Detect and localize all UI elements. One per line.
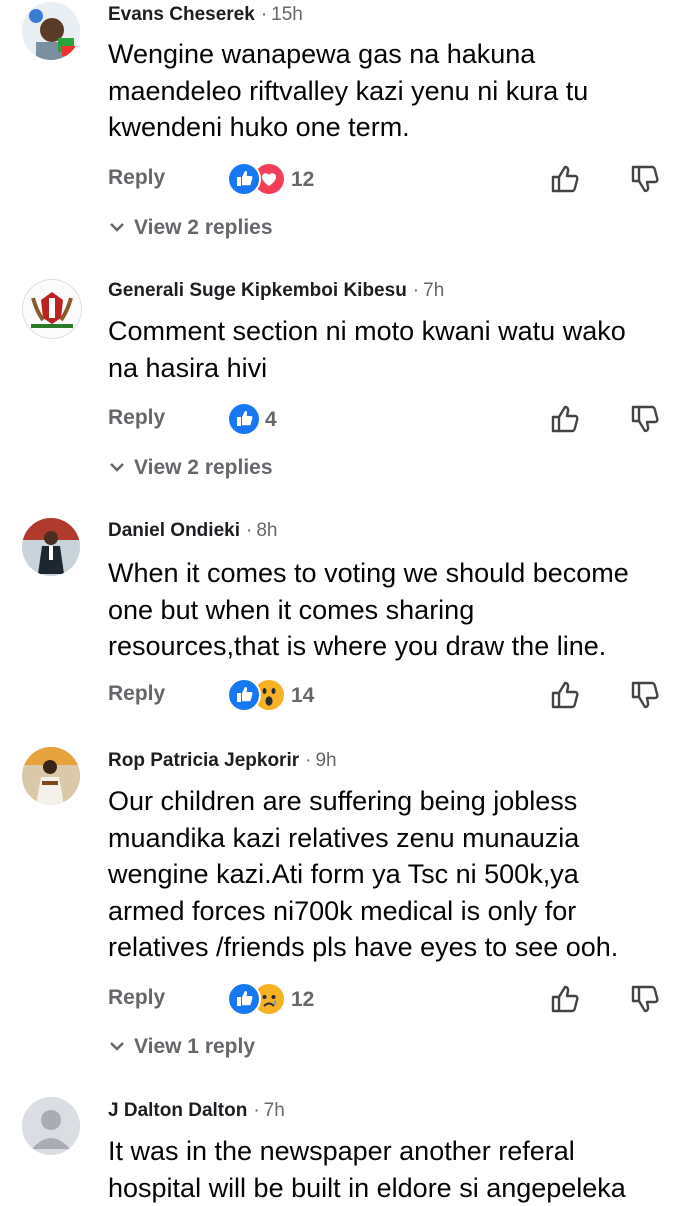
avatar[interactable] xyxy=(22,518,80,576)
avatar[interactable] xyxy=(22,747,80,805)
downvote-icon[interactable] xyxy=(628,162,662,196)
like-icon xyxy=(227,678,261,712)
comment-line: kwendeni huko one term. xyxy=(108,109,588,146)
chevron-down-icon xyxy=(108,1037,126,1055)
comment-line: wengine kazi.Ati form ya Tsc ni 500k,ya xyxy=(108,856,618,893)
view-replies-link[interactable]: View 2 replies xyxy=(108,216,273,240)
view-replies-label: View 2 replies xyxy=(134,216,273,239)
reaction-count: 12 xyxy=(291,988,314,1012)
reply-button[interactable]: Reply xyxy=(108,682,165,706)
author-name[interactable]: J Dalton Dalton xyxy=(108,1100,247,1121)
avatar[interactable] xyxy=(22,2,80,60)
comment-line: When it comes to voting we should become xyxy=(108,555,629,592)
upvote-icon[interactable] xyxy=(548,678,582,712)
comment-actions: Reply 4 xyxy=(0,400,687,440)
reaction-count: 4 xyxy=(265,408,277,432)
view-replies-label: View 1 reply xyxy=(134,1035,255,1058)
separator: · xyxy=(261,4,267,25)
comment-line: armed forces ni700k medical is only for xyxy=(108,893,618,930)
comment-meta: J Dalton Dalton ·7h xyxy=(108,1100,285,1122)
view-replies-label: View 2 replies xyxy=(134,456,273,479)
author-name[interactable]: Evans Cheserek xyxy=(108,4,255,25)
timestamp[interactable]: 7h xyxy=(264,1100,285,1121)
comment-line: maendeleo riftvalley kazi yenu ni kura t… xyxy=(108,73,588,110)
downvote-icon[interactable] xyxy=(628,402,662,436)
comment-text: When it comes to voting we should become… xyxy=(108,555,629,665)
comment-line: na hasira hivi xyxy=(108,350,626,387)
like-icon xyxy=(227,982,261,1016)
comment-actions: Reply 12 xyxy=(0,980,687,1020)
like-icon xyxy=(227,162,261,196)
comment-line: one but when it comes sharing xyxy=(108,592,629,629)
upvote-icon[interactable] xyxy=(548,402,582,436)
view-replies-link[interactable]: View 2 replies xyxy=(108,456,273,480)
downvote-icon[interactable] xyxy=(628,678,662,712)
comment-meta: Evans Cheserek ·15h xyxy=(108,4,303,26)
avatar[interactable] xyxy=(22,279,82,339)
reply-button[interactable]: Reply xyxy=(108,166,165,190)
comment-line: Our children are suffering being jobless xyxy=(108,783,618,820)
reply-button[interactable]: Reply xyxy=(108,406,165,430)
comment-line: Wengine wanapewa gas na hakuna xyxy=(108,36,588,73)
comment-meta: Rop Patricia Jepkorir ·9h xyxy=(108,750,337,772)
timestamp[interactable]: 8h xyxy=(256,520,277,541)
chevron-down-icon xyxy=(108,218,126,236)
timestamp[interactable]: 7h xyxy=(423,280,444,301)
comment-text: It was in the newspaper another referal … xyxy=(108,1133,626,1206)
comment-text: Wengine wanapewa gas na hakuna maendeleo… xyxy=(108,36,588,146)
comment-text: Comment section ni moto kwani watu wako … xyxy=(108,313,626,386)
comment-actions: Reply 12 xyxy=(0,160,687,200)
chevron-down-icon xyxy=(108,458,126,476)
comment-text: Our children are suffering being jobless… xyxy=(108,783,618,966)
reaction-count: 12 xyxy=(291,168,314,192)
reply-button[interactable]: Reply xyxy=(108,986,165,1010)
reaction-count: 14 xyxy=(291,684,314,708)
separator: · xyxy=(246,520,252,541)
separator: · xyxy=(253,1100,259,1121)
author-name[interactable]: Rop Patricia Jepkorir xyxy=(108,750,299,771)
avatar[interactable] xyxy=(22,1097,80,1155)
author-name[interactable]: Generali Suge Kipkemboi Kibesu xyxy=(108,280,407,301)
comment-line: relatives /friends pls have eyes to see … xyxy=(108,929,618,966)
comment-line: It was in the newspaper another referal xyxy=(108,1133,626,1170)
separator: · xyxy=(413,280,419,301)
downvote-icon[interactable] xyxy=(628,982,662,1016)
upvote-icon[interactable] xyxy=(548,982,582,1016)
timestamp[interactable]: 15h xyxy=(271,4,303,25)
separator: · xyxy=(305,750,311,771)
timestamp[interactable]: 9h xyxy=(315,750,336,771)
comment-line: Comment section ni moto kwani watu wako xyxy=(108,313,626,350)
upvote-icon[interactable] xyxy=(548,162,582,196)
comment-meta: Generali Suge Kipkemboi Kibesu ·7h xyxy=(108,280,444,302)
comment-line: muandika kazi relatives zenu munauzia xyxy=(108,820,618,857)
author-name[interactable]: Daniel Ondieki xyxy=(108,520,240,541)
comment-actions: Reply 14 xyxy=(0,676,687,716)
like-icon xyxy=(227,402,261,436)
comment-line: resources,that is where you draw the lin… xyxy=(108,628,629,665)
view-replies-link[interactable]: View 1 reply xyxy=(108,1035,255,1059)
comment-line: hospital will be built in eldore si ange… xyxy=(108,1170,626,1206)
comment-meta: Daniel Ondieki ·8h xyxy=(108,520,277,542)
